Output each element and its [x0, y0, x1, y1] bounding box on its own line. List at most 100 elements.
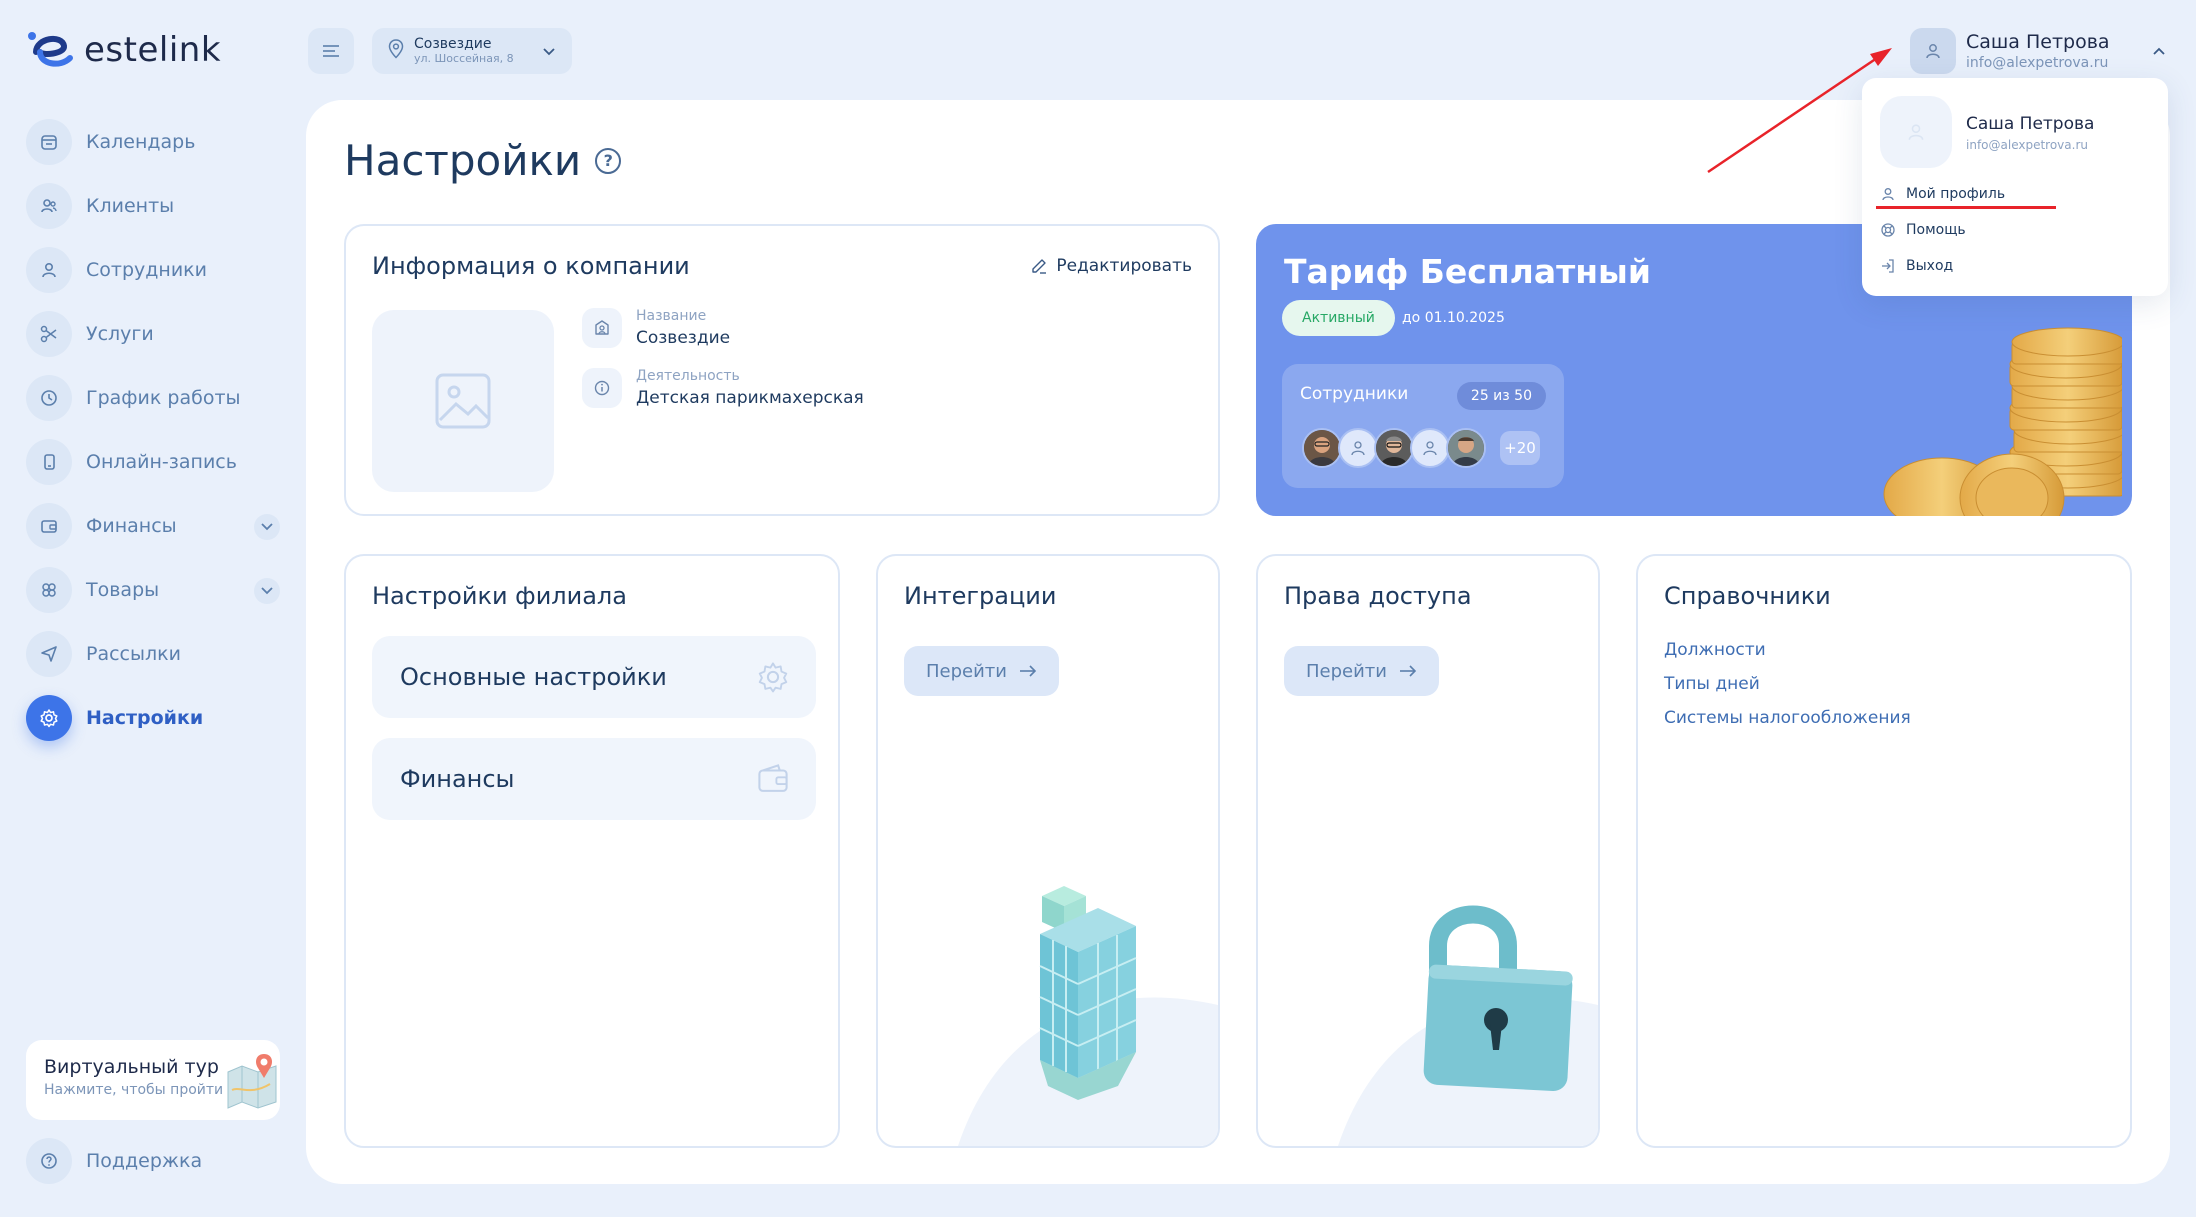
wallet-icon [26, 503, 72, 549]
finance-settings-label: Финансы [400, 765, 515, 793]
integrations-card: Интеграции Перейти [876, 554, 1220, 1148]
menu-icon [323, 45, 339, 57]
field-label: Деятельность [636, 368, 740, 384]
company-card-title: Информация о компании [372, 252, 690, 280]
employees-box: Сотрудники 25 из 50 +20 [1282, 364, 1564, 488]
avatar [1302, 428, 1342, 468]
menu-item-help[interactable]: Помощь [1880, 222, 1966, 238]
employee-avatars: +20 [1302, 428, 1540, 468]
go-label: Перейти [1306, 660, 1387, 682]
sidebar-item-employees[interactable]: Сотрудники [26, 246, 282, 294]
field-value: Детская парикмахерская [636, 388, 864, 408]
pencil-icon [1032, 259, 1047, 274]
sidebar-item-finance[interactable]: Финансы [26, 502, 282, 550]
integrations-go-button[interactable]: Перейти [904, 646, 1059, 696]
main-settings-label: Основные настройки [400, 663, 667, 691]
tariff-expiry: до 01.10.2025 [1402, 310, 1505, 326]
finance-settings-button[interactable]: Финансы [372, 738, 816, 820]
references-title: Справочники [1664, 582, 1831, 610]
page-title: Настройки ? [344, 136, 622, 185]
gear-icon [756, 660, 790, 694]
help-icon [26, 1138, 72, 1184]
avatar [1446, 428, 1486, 468]
sidebar-item-calendar[interactable]: Календарь [26, 118, 282, 166]
support-label: Поддержка [86, 1150, 203, 1172]
employees-count: 25 из 50 [1456, 382, 1546, 410]
calendar-icon [26, 119, 72, 165]
location-pin-icon [388, 39, 404, 63]
menu-toggle-button[interactable] [308, 28, 354, 74]
user-icon [1882, 188, 1894, 201]
branch-card-title: Настройки филиала [372, 582, 627, 610]
sidebar-item-clients[interactable]: Клиенты [26, 182, 282, 230]
virtual-tour-card[interactable]: Виртуальный тур Нажмите, чтобы пройти [26, 1040, 280, 1120]
reference-link-day-types[interactable]: Типы дней [1664, 674, 1760, 694]
app-logo[interactable]: estelink [26, 28, 221, 72]
references-card: Справочники Должности Типы дней Системы … [1636, 554, 2132, 1148]
company-info-card: Информация о компании Редактировать Назв… [344, 224, 1220, 516]
sidebar-item-mailings[interactable]: Рассылки [26, 630, 282, 678]
logout-icon [1882, 259, 1894, 273]
employee-icon [26, 247, 72, 293]
arrow-right-icon [1020, 665, 1037, 677]
sidebar-item-schedule[interactable]: График работы [26, 374, 282, 422]
sidebar-item-online-booking[interactable]: Онлайн-запись [26, 438, 282, 486]
menu-item-label: Мой профиль [1906, 186, 2006, 202]
send-icon [26, 631, 72, 677]
avatar [1880, 96, 1952, 168]
arrow-right-icon [1400, 665, 1417, 677]
go-label: Перейти [926, 660, 1007, 682]
user-menu-trigger[interactable]: Саша Петрова info@alexpetrova.ru [1910, 28, 2110, 74]
company-logo-placeholder[interactable] [372, 310, 554, 492]
menu-item-label: Помощь [1906, 222, 1966, 238]
sidebar-item-label: Товары [86, 579, 160, 601]
dropdown-user-name: Саша Петрова [1966, 114, 2095, 134]
question-icon[interactable]: ? [595, 147, 622, 174]
user-icon [1908, 124, 1924, 140]
reference-link-positions[interactable]: Должности [1664, 640, 1766, 660]
access-go-button[interactable]: Перейти [1284, 646, 1439, 696]
sidebar-item-products[interactable]: Товары [26, 566, 282, 614]
main-settings-button[interactable]: Основные настройки [372, 636, 816, 718]
user-icon [1423, 441, 1437, 456]
clients-icon [26, 183, 72, 229]
annotation-underline [1876, 206, 2056, 209]
info-icon [582, 368, 622, 408]
branch-settings-card: Настройки филиала Основные настройки Фин… [344, 554, 840, 1148]
field-value: Созвездие [636, 328, 731, 348]
chevron-up-icon[interactable] [2146, 38, 2172, 64]
sidebar-item-settings[interactable]: Настройки [26, 694, 282, 742]
more-employees-count: +20 [1500, 431, 1540, 465]
menu-item-label: Выход [1906, 258, 1954, 274]
status-badge: Активный [1282, 300, 1395, 336]
edit-company-button[interactable]: Редактировать [1030, 256, 1192, 276]
support-button[interactable]: Поддержка [26, 1138, 202, 1184]
lifebuoy-icon [1881, 223, 1895, 237]
sidebar-nav: Календарь Клиенты Сотрудники Услуги Граф… [26, 118, 282, 758]
tariff-title: Тариф Бесплатный [1284, 252, 1651, 291]
building-icon [582, 308, 622, 348]
access-rights-card: Права доступа Перейти [1256, 554, 1600, 1148]
chevron-down-icon[interactable] [254, 514, 280, 540]
sidebar-item-services[interactable]: Услуги [26, 310, 282, 358]
company-activity-field: Деятельность Детская парикмахерская [582, 368, 864, 408]
sidebar-item-label: Календарь [86, 131, 196, 153]
branch-selector[interactable]: Созвездие ул. Шоссейная, 8 [372, 28, 572, 74]
menu-item-my-profile[interactable]: Мой профиль [1880, 186, 2005, 202]
logo-text: estelink [84, 30, 222, 70]
chevron-down-icon[interactable] [254, 578, 280, 604]
user-name: Саша Петрова [1966, 31, 2110, 53]
clock-icon [26, 375, 72, 421]
sidebar-item-label: Финансы [86, 515, 177, 537]
access-title: Права доступа [1284, 582, 1472, 610]
user-dropdown-menu: Саша Петрова info@alexpetrova.ru Мой про… [1862, 78, 2168, 296]
menu-item-logout[interactable]: Выход [1880, 258, 1953, 274]
chevron-down-icon [542, 43, 556, 62]
sidebar-item-label: Сотрудники [86, 259, 207, 281]
reference-link-tax-systems[interactable]: Системы налогообложения [1664, 708, 1911, 728]
map-icon [224, 1050, 280, 1110]
cubes-illustration [878, 846, 1218, 1146]
user-icon [1351, 441, 1365, 456]
phone-icon [26, 439, 72, 485]
sidebar-item-label: Настройки [86, 707, 204, 729]
